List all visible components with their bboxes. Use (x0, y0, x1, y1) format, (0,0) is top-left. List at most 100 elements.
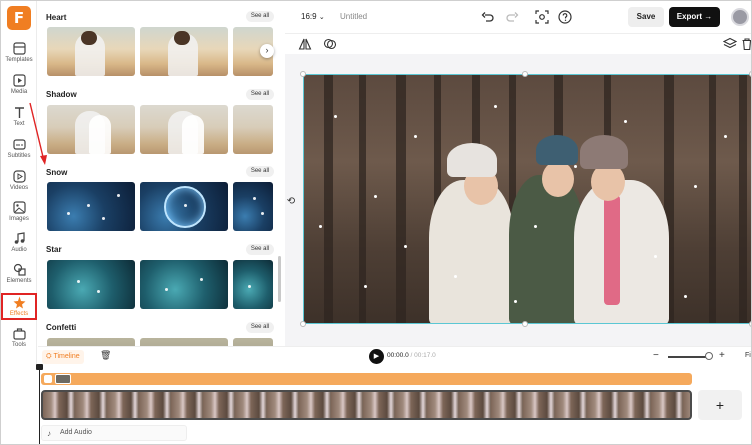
effect-thumb-shadow-2[interactable] (140, 105, 228, 154)
flip-icon[interactable] (298, 37, 312, 51)
play-button[interactable]: ▶ (369, 349, 384, 364)
text-icon (14, 107, 24, 118)
effect-thumb-snow-3[interactable] (233, 182, 273, 231)
sidebar-item-label: Videos (9, 185, 29, 191)
audio-icon (14, 232, 25, 244)
sidebar-item-subtitles[interactable]: Subtitles (1, 138, 37, 168)
effect-icon (44, 375, 52, 383)
playhead[interactable] (39, 366, 40, 444)
export-button[interactable]: Export → (669, 7, 720, 27)
effect-thumb-snow-2[interactable] (140, 182, 228, 231)
effect-thumb-confetti-3[interactable] (233, 338, 273, 346)
effect-thumb-confetti-2[interactable] (140, 338, 228, 346)
subtitles-icon (12, 139, 26, 150)
trash-icon[interactable] (740, 37, 752, 51)
sidebar-item-images[interactable]: Images (1, 201, 37, 231)
see-all-button-shadow[interactable]: See all (246, 89, 274, 100)
redo-icon[interactable] (505, 10, 519, 24)
effect-thumb-heart-1[interactable] (47, 27, 135, 76)
sidebar-item-label: Tools (11, 342, 26, 348)
sidebar-item-videos[interactable]: Videos (1, 170, 37, 200)
canvas-stage: ⟲ (285, 54, 751, 346)
timeline-controls: ⛭ Timeline 🗑 ▶ 00:00.0 / 00:17.0 − + Fi (38, 346, 751, 366)
timeline-tracks: + ♪ Add Audio (1, 364, 751, 444)
zoom-slider-handle[interactable] (705, 352, 713, 360)
canvas-toolbar (285, 34, 752, 54)
see-all-button-snow[interactable]: See all (246, 166, 274, 177)
see-all-button-star[interactable]: See all (246, 244, 274, 255)
effect-thumb-star-1[interactable] (47, 260, 135, 309)
video-editor-app: F Templates Media Text Subtitles Videos … (0, 0, 752, 445)
effects-panel: Heart See all › Shadow See all Snow See … (38, 1, 284, 346)
avatar[interactable] (731, 8, 749, 26)
effect-thumb-star-3[interactable] (233, 260, 273, 309)
sidebar-item-label: Elements (6, 278, 32, 284)
effect-thumb-snow-1[interactable] (47, 182, 135, 231)
effect-thumb-star-2[interactable] (140, 260, 228, 309)
project-title[interactable]: Untitled (340, 12, 367, 21)
sidebar-item-effects[interactable]: Effects (1, 293, 37, 320)
sidebar-item-label: Templates (5, 57, 33, 63)
section-title-shadow: Shadow (46, 90, 77, 99)
arrow-right-icon: → (704, 12, 713, 21)
sidebar-item-label: Subtitles (7, 153, 31, 159)
resize-handle[interactable] (300, 321, 306, 327)
panel-scrollbar[interactable] (278, 256, 281, 302)
section-title-confetti: Confetti (46, 323, 77, 332)
images-icon (12, 201, 26, 214)
section-title-snow: Snow (46, 168, 68, 177)
zoom-in-icon[interactable]: + (719, 350, 725, 361)
videos-icon (12, 170, 26, 183)
sidebar-item-label: Audio (11, 247, 27, 253)
templates-icon (12, 42, 26, 55)
sidebar-item-media[interactable]: Media (1, 74, 37, 104)
effect-thumb-confetti-1[interactable] (47, 338, 135, 346)
top-bar: 16:9 ⌄ Untitled Save Export → (285, 1, 751, 34)
playhead-handle[interactable] (36, 364, 43, 370)
sidebar-item-audio[interactable]: Audio (1, 232, 37, 262)
see-all-button-heart[interactable]: See all (246, 11, 274, 22)
fit-button[interactable]: Fi (745, 352, 751, 359)
undo-icon[interactable] (481, 10, 495, 24)
tools-icon (12, 328, 26, 340)
sidebar-item-label: Images (9, 216, 29, 222)
add-clip-button[interactable]: + (698, 390, 742, 420)
sidebar-item-templates[interactable]: Templates (1, 42, 37, 72)
trash-icon[interactable]: 🗑 (100, 350, 111, 361)
video-track[interactable] (41, 390, 692, 420)
sidebar-item-tools[interactable]: Tools (1, 327, 37, 357)
effects-icon (13, 296, 25, 309)
see-all-button-confetti[interactable]: See all (246, 322, 274, 333)
zoom-out-icon[interactable]: − (653, 350, 659, 361)
help-icon[interactable] (558, 10, 572, 24)
add-audio-button[interactable]: ♪ Add Audio (41, 425, 187, 441)
resize-handle[interactable] (300, 71, 306, 77)
sidebar-item-text[interactable]: Text (1, 106, 37, 136)
sidebar-item-label: Media (10, 89, 28, 95)
effect-thumb-shadow-1[interactable] (47, 105, 135, 154)
resize-handle[interactable] (522, 321, 528, 327)
resize-handle[interactable] (522, 71, 528, 77)
timeline-toggle[interactable]: ⛭ Timeline (42, 350, 84, 364)
sidebar-item-label: Effects (9, 311, 29, 317)
aspect-ratio-select[interactable]: 16:9 ⌄ (301, 12, 325, 21)
app-logo[interactable]: F (7, 6, 31, 30)
time-display: 00:00.0 / 00:17.0 (387, 352, 436, 359)
music-icon: ♪ (47, 429, 51, 438)
elements-icon (13, 263, 26, 276)
screen-capture-icon[interactable] (535, 10, 549, 24)
video-preview[interactable] (303, 74, 751, 324)
rotate-icon[interactable]: ⟲ (285, 196, 297, 208)
effect-track[interactable] (41, 373, 692, 385)
sidebar-item-elements[interactable]: Elements (1, 263, 37, 293)
effect-thumb-shadow-3[interactable] (233, 105, 273, 154)
section-title-star: Star (46, 245, 62, 254)
zoom-slider[interactable] (668, 356, 708, 358)
save-button[interactable]: Save (628, 7, 664, 27)
effect-thumb-heart-2[interactable] (140, 27, 228, 76)
section-title-heart: Heart (46, 13, 67, 22)
filter-icon[interactable] (323, 37, 337, 51)
layers-icon[interactable] (723, 37, 737, 51)
timeline-icon: ⛭ (46, 353, 52, 360)
chevron-right-icon[interactable]: › (260, 44, 274, 58)
